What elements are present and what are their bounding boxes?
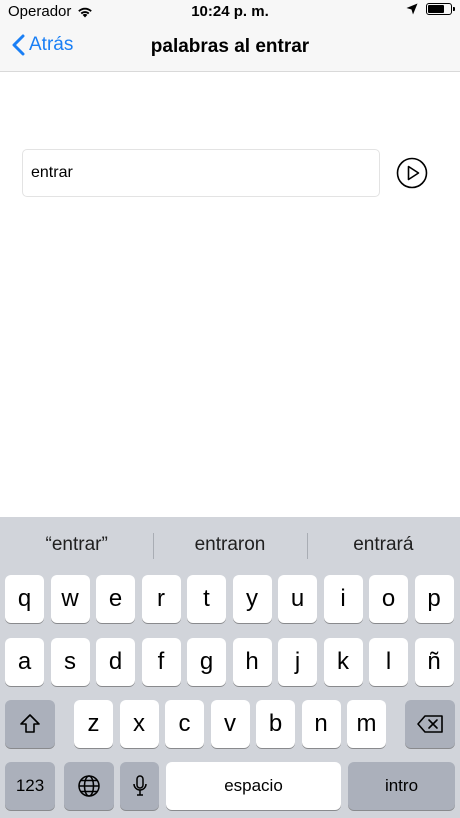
prediction-3[interactable]: entrará — [306, 517, 460, 573]
status-bar: Operador 10:24 p. m. — [0, 0, 460, 24]
key-y-label: y — [246, 585, 258, 612]
key-s[interactable]: s — [50, 638, 90, 686]
dictation-key[interactable] — [120, 762, 159, 810]
key-m[interactable]: m — [347, 700, 386, 748]
microphone-icon — [132, 775, 147, 796]
key-d-label: d — [108, 648, 123, 675]
key-p[interactable]: p — [414, 575, 454, 623]
key-u[interactable]: u — [278, 575, 317, 623]
key-n-label: n — [314, 710, 328, 737]
key-n[interactable]: n — [301, 700, 341, 748]
key-q-label: q — [17, 585, 32, 612]
key-b[interactable]: b — [256, 700, 295, 748]
word-input-field[interactable]: entrar — [22, 149, 380, 197]
key-c[interactable]: c — [165, 700, 204, 748]
key-r[interactable]: r — [141, 575, 181, 623]
key-t[interactable]: t — [187, 575, 226, 623]
delete-icon — [417, 715, 443, 733]
return-key[interactable]: intro — [348, 762, 455, 810]
key-q[interactable]: q — [5, 575, 44, 623]
key-i-label: i — [340, 585, 346, 612]
key-h-label: h — [245, 648, 259, 675]
delete-key[interactable] — [405, 700, 455, 748]
globe-icon — [78, 775, 100, 797]
key-s-label: s — [64, 648, 76, 675]
key-ñ-label: ñ — [427, 648, 441, 675]
prediction-1[interactable]: “entrar” — [0, 517, 153, 573]
key-j[interactable]: j — [278, 638, 317, 686]
key-x[interactable]: x — [119, 700, 159, 748]
key-o-label: o — [381, 585, 396, 612]
key-p-label: p — [427, 585, 441, 612]
keyboard: “entrar” entraron entrará q w e r t y u i o p a s d f… — [0, 517, 460, 818]
key-ñ[interactable]: ñ — [414, 638, 454, 686]
status-right — [406, 3, 455, 15]
key-z-label: z — [87, 710, 100, 737]
space-key-label: espacio — [224, 776, 283, 795]
globe-key[interactable] — [64, 762, 114, 810]
key-a-label: a — [17, 648, 32, 675]
location-arrow-icon — [406, 3, 418, 15]
navigation-bar: Atrás palabras al entrar — [0, 24, 460, 72]
key-b-label: b — [268, 710, 283, 737]
prediction-2[interactable]: entraron — [153, 517, 306, 573]
key-f[interactable]: f — [141, 638, 181, 686]
key-c-label: c — [178, 710, 191, 737]
key-v[interactable]: v — [210, 700, 250, 748]
shift-icon — [20, 714, 40, 733]
key-k[interactable]: k — [323, 638, 363, 686]
key-l-label: l — [385, 648, 392, 675]
key-x-label: x — [133, 710, 145, 737]
space-key[interactable]: espacio — [166, 762, 341, 810]
battery-level — [428, 5, 444, 13]
predictive-bar: “entrar” entraron entrará — [0, 517, 460, 573]
key-g-label: g — [199, 648, 214, 675]
key-g[interactable]: g — [187, 638, 226, 686]
key-u-label: u — [290, 585, 305, 612]
key-k-label: k — [337, 648, 349, 675]
key-f-label: f — [157, 648, 165, 675]
key-i[interactable]: i — [323, 575, 363, 623]
shift-key[interactable] — [5, 700, 55, 748]
key-z[interactable]: z — [74, 700, 113, 748]
numbers-key[interactable]: 123 — [5, 762, 55, 810]
key-e-label: e — [108, 585, 123, 612]
key-l[interactable]: l — [369, 638, 408, 686]
key-e[interactable]: e — [96, 575, 135, 623]
key-r-label: r — [157, 585, 165, 612]
key-a[interactable]: a — [5, 638, 44, 686]
play-button[interactable] — [396, 157, 428, 189]
key-j-label: j — [294, 648, 301, 675]
key-h[interactable]: h — [232, 638, 272, 686]
key-t-label: t — [203, 585, 210, 612]
key-y[interactable]: y — [232, 575, 272, 623]
key-w[interactable]: w — [50, 575, 90, 623]
key-d[interactable]: d — [96, 638, 135, 686]
return-key-label: intro — [384, 776, 419, 795]
key-v-label: v — [224, 710, 236, 737]
key-w-label: w — [61, 585, 79, 612]
key-m-label: m — [356, 710, 377, 737]
numbers-key-label: 123 — [15, 776, 45, 795]
page-title: palabras al entrar — [150, 36, 310, 57]
key-o[interactable]: o — [369, 575, 408, 623]
battery-icon — [426, 3, 455, 15]
status-time: 10:24 p. m. — [191, 3, 269, 20]
